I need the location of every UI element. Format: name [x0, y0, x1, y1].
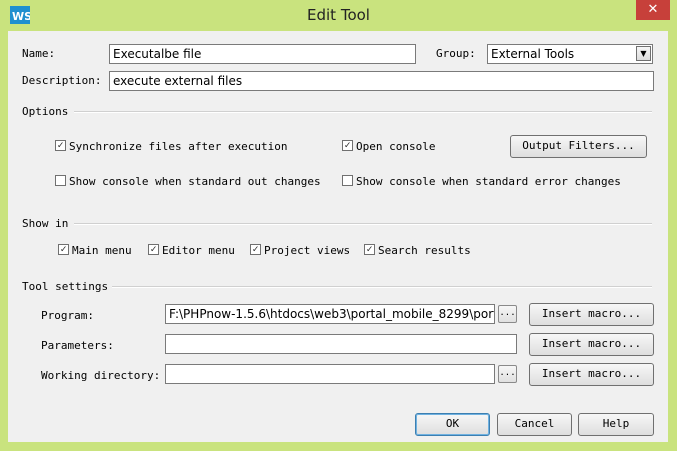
editor-menu-label: Editor menu — [162, 244, 235, 257]
working-directory-label: Working directory: — [41, 369, 161, 382]
chevron-down-icon[interactable]: ▼ — [636, 46, 651, 61]
ok-button[interactable]: OK — [415, 413, 490, 436]
program-input[interactable]: F:\PHPnow-1.5.6\htdocs\web3\portal_mobil… — [165, 304, 495, 324]
program-label: Program: — [41, 309, 94, 322]
output-filters-button[interactable]: Output Filters... — [510, 135, 647, 158]
show-console-stderr-checkbox[interactable] — [342, 175, 353, 186]
description-input[interactable]: execute external files — [109, 71, 654, 91]
close-button[interactable]: ✕ — [636, 0, 670, 20]
show-in-section-title: Show in — [22, 217, 69, 230]
open-console-checkbox[interactable]: ✓ — [342, 140, 353, 151]
main-menu-checkbox[interactable]: ✓ — [58, 244, 69, 255]
parameters-insert-macro-button[interactable]: Insert macro... — [529, 333, 654, 356]
parameters-input[interactable] — [165, 334, 517, 354]
close-icon: ✕ — [647, 2, 659, 17]
edit-tool-window: WS Edit Tool ✕ Name: Executalbe file Gro… — [0, 0, 677, 451]
open-console-label: Open console — [356, 140, 436, 153]
search-results-label: Search results — [378, 244, 471, 257]
sync-files-checkbox[interactable]: ✓ — [55, 140, 66, 151]
program-browse-button[interactable]: ... — [498, 305, 517, 323]
working-directory-input[interactable] — [165, 364, 495, 384]
editor-menu-checkbox[interactable]: ✓ — [148, 244, 159, 255]
options-divider — [74, 111, 652, 113]
show-console-stderr-label: Show console when standard error changes — [356, 175, 621, 188]
working-directory-insert-macro-button[interactable]: Insert macro... — [529, 363, 654, 386]
title-bar[interactable]: WS Edit Tool ✕ — [0, 0, 677, 30]
description-label: Description: — [22, 74, 102, 87]
tool-settings-divider — [112, 286, 652, 288]
tool-settings-section-title: Tool settings — [22, 280, 109, 293]
dialog-content: Name: Executalbe file Group: External To… — [8, 31, 668, 442]
show-console-stdout-checkbox[interactable] — [55, 175, 66, 186]
options-section-title: Options — [22, 105, 69, 118]
name-input[interactable]: Executalbe file — [109, 44, 416, 64]
parameters-label: Parameters: — [41, 339, 114, 352]
group-select[interactable]: External Tools ▼ — [487, 44, 653, 64]
show-console-stdout-label: Show console when standard out changes — [69, 175, 321, 188]
program-insert-macro-button[interactable]: Insert macro... — [529, 303, 654, 326]
cancel-button[interactable]: Cancel — [497, 413, 572, 436]
window-title: Edit Tool — [307, 6, 370, 24]
group-selected-value: External Tools — [491, 47, 575, 61]
group-label: Group: — [436, 47, 476, 60]
help-button[interactable]: Help — [578, 413, 654, 436]
sync-files-label: Synchronize files after execution — [69, 140, 288, 153]
working-directory-browse-button[interactable]: ... — [498, 365, 517, 383]
project-views-checkbox[interactable]: ✓ — [250, 244, 261, 255]
search-results-checkbox[interactable]: ✓ — [364, 244, 375, 255]
name-label: Name: — [22, 47, 56, 60]
project-views-label: Project views — [264, 244, 351, 257]
show-in-divider — [74, 223, 652, 225]
main-menu-label: Main menu — [72, 244, 132, 257]
